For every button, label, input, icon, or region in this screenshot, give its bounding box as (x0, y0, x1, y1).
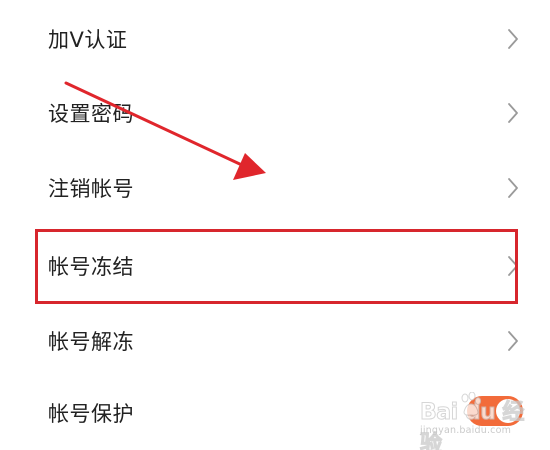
settings-item-label: 注销帐号 (48, 177, 134, 201)
chevron-right-icon (506, 102, 520, 124)
settings-item-unfreeze-account[interactable]: 帐号解冻 (0, 304, 550, 378)
settings-item-label: 加V认证 (48, 28, 128, 52)
chevron-right-icon (506, 330, 520, 352)
settings-item-cancel-account[interactable]: 注销帐号 (0, 151, 550, 225)
settings-item-label: 设置密码 (48, 102, 134, 126)
settings-item-label: 帐号保护 (48, 402, 134, 426)
settings-list: 加V认证 设置密码 注销帐号 帐号冻结 帐号解冻 帐号保护 (0, 0, 550, 450)
settings-item-label: 帐号解冻 (48, 330, 134, 354)
account-protection-toggle[interactable] (467, 396, 523, 426)
settings-item-freeze-account[interactable]: 帐号冻结 (0, 229, 550, 303)
chevron-right-icon (506, 255, 520, 277)
toggle-knob (496, 399, 520, 423)
chevron-right-icon (506, 177, 520, 199)
settings-item-set-password[interactable]: 设置密码 (0, 76, 550, 150)
settings-item-add-v-verification[interactable]: 加V认证 (0, 2, 550, 76)
chevron-right-icon (506, 28, 520, 50)
settings-item-label: 帐号冻结 (48, 255, 134, 279)
